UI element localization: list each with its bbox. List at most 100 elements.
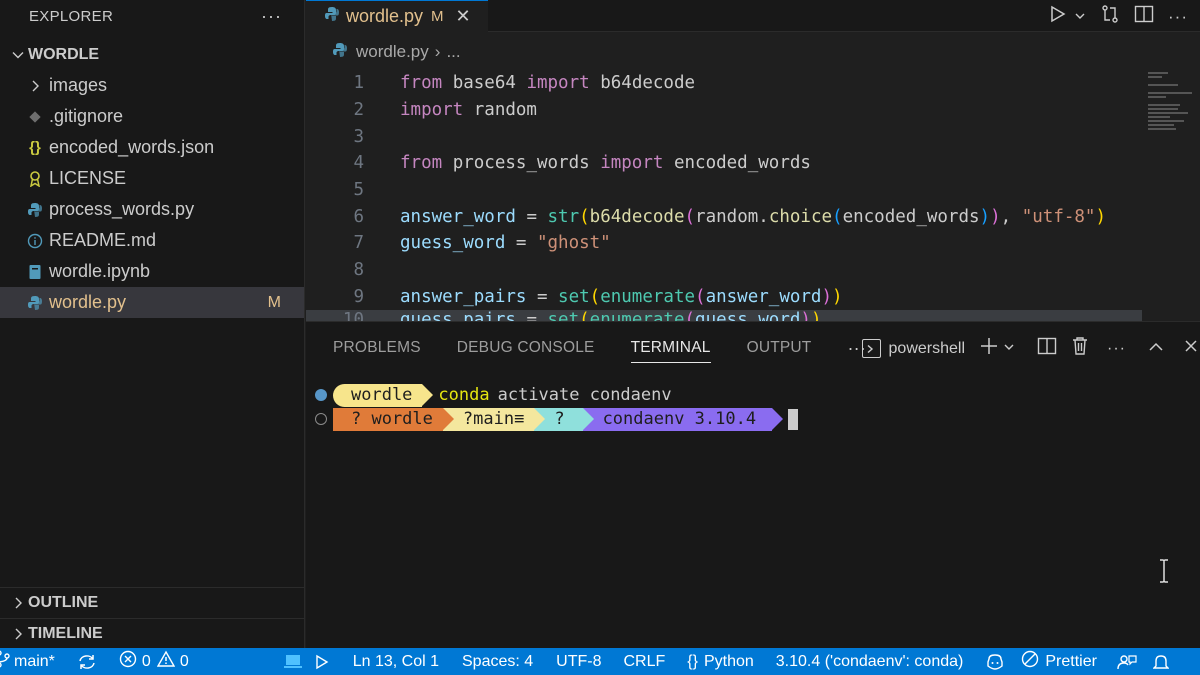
error-count: 0 — [141, 652, 151, 670]
prettier-status[interactable]: Prettier — [1021, 650, 1097, 673]
json-braces-icon: {} — [29, 139, 41, 156]
tree-item-label: process_words.py — [49, 199, 195, 219]
more-actions-icon[interactable]: ··· — [261, 6, 282, 27]
terminal-selector[interactable]: powershell — [861, 339, 966, 358]
python-icon — [22, 295, 48, 311]
chevron-right-icon — [22, 79, 48, 93]
bottom-panel: PROBLEMS DEBUG CONSOLE TERMINAL OUTPUT ·… — [306, 321, 1200, 648]
copilot-icon[interactable] — [985, 653, 1005, 671]
trash-icon[interactable] — [1071, 336, 1089, 361]
chevron-down-icon[interactable] — [1003, 340, 1015, 358]
tab-debug-console[interactable]: DEBUG CONSOLE — [457, 322, 595, 374]
tree-item-label: .gitignore — [49, 106, 124, 126]
explorer-sidebar: EXPLORER ··· WORDLE images .gitignore {}… — [0, 0, 305, 648]
notebook-icon — [22, 264, 48, 280]
folder-wordle[interactable]: WORDLE — [0, 39, 304, 70]
problems-indicator[interactable]: 0 0 — [119, 650, 189, 673]
language-mode[interactable]: {} Python — [687, 653, 754, 671]
split-editor-icon[interactable] — [1134, 5, 1154, 28]
terminal-command-args: activate condaenv — [497, 385, 672, 405]
tab-output[interactable]: OUTPUT — [747, 322, 812, 374]
code-line: 6 answer_word = str(b64decode(random.cho… — [306, 203, 1142, 230]
timeline-section[interactable]: TIMELINE — [0, 618, 305, 649]
branch-name: main* — [14, 652, 55, 670]
tab-terminal[interactable]: TERMINAL — [630, 333, 711, 363]
prompt-segment-git: ?main≡ — [442, 407, 546, 431]
tree-item-gitignore[interactable]: .gitignore — [0, 101, 304, 132]
tree-item-wordle-ipynb[interactable]: wordle.ipynb — [0, 256, 304, 287]
modified-badge: M — [267, 293, 281, 311]
breadcrumb-symbols[interactable]: ... — [446, 42, 460, 62]
more-actions-icon[interactable]: ··· — [1107, 340, 1126, 358]
code-line: 7 guess_word = "ghost" — [306, 230, 1142, 257]
tree-item-wordle-py[interactable]: wordle.py M — [0, 287, 304, 318]
breadcrumb-file[interactable]: wordle.py — [356, 42, 429, 62]
sync-icon[interactable] — [77, 653, 97, 671]
run-dropdown-icon[interactable] — [1074, 7, 1086, 27]
python-icon — [332, 42, 348, 63]
code-editor[interactable]: 1 from base64 import b64decode 2 import … — [306, 70, 1142, 325]
tree-item-encoded-words[interactable]: {} encoded_words.json — [0, 132, 304, 163]
folder-name: WORDLE — [28, 45, 100, 63]
line-number: 3 — [353, 126, 364, 147]
editor-tabbar: wordle.py M ✕ ··· — [306, 0, 1200, 32]
python-interpreter[interactable]: 3.10.4 ('condaenv': conda) — [776, 653, 964, 671]
tab-wordle-py[interactable]: wordle.py M ✕ — [306, 0, 488, 32]
tab-modified-indicator: M — [431, 8, 444, 25]
close-panel-icon[interactable] — [1184, 339, 1198, 358]
editor-area: wordle.py M ✕ ··· wordle.py › ... 1 from… — [306, 0, 1200, 325]
command-success-dot — [315, 389, 327, 401]
outline-section[interactable]: OUTLINE — [0, 587, 305, 618]
git-icon — [22, 110, 48, 123]
prompt-git-label: ?main≡ — [462, 409, 525, 429]
tree-item-label: images — [49, 75, 108, 95]
encoding[interactable]: UTF-8 — [556, 653, 601, 671]
tree-item-label: encoded_words.json — [49, 137, 215, 157]
error-icon — [119, 650, 137, 673]
feedback-icon[interactable] — [1117, 653, 1137, 671]
end-of-line[interactable]: CRLF — [623, 653, 665, 671]
panel-actions: powershell ··· — [848, 336, 1200, 361]
notifications-icon[interactable] — [1152, 653, 1169, 671]
chevron-right-icon — [8, 627, 28, 641]
compare-changes-icon[interactable] — [1100, 4, 1120, 29]
run-icon[interactable] — [1050, 5, 1066, 28]
indentation[interactable]: Spaces: 4 — [462, 653, 533, 671]
minimap[interactable] — [1142, 70, 1200, 160]
cursor-position[interactable]: Ln 13, Col 1 — [353, 653, 439, 671]
tree-item-process-words[interactable]: process_words.py — [0, 194, 304, 225]
maximize-panel-icon[interactable] — [1148, 340, 1164, 358]
code-line: 9 answer_pairs = set(enumerate(answer_wo… — [306, 284, 1142, 311]
prettier-disabled-icon — [1021, 650, 1039, 673]
warning-icon — [156, 650, 176, 673]
prompt-node-label: ? — [554, 409, 565, 429]
braces-icon: {} — [687, 652, 698, 670]
remote-explorer-icon[interactable] — [283, 654, 303, 670]
run-icon[interactable] — [315, 654, 329, 670]
code-line: 2 import random — [306, 97, 1142, 124]
tree-item-label: README.md — [49, 230, 157, 250]
tab-problems[interactable]: PROBLEMS — [333, 322, 421, 374]
close-icon[interactable]: ✕ — [456, 6, 471, 27]
terminal-line: wordle conda activate condaenv — [306, 383, 672, 407]
python-icon — [22, 202, 48, 218]
python-icon — [324, 6, 340, 27]
split-terminal-icon[interactable] — [1037, 337, 1057, 360]
code-line: 1 from base64 import b64decode — [306, 70, 1142, 97]
code-line: 3 — [306, 123, 1142, 150]
timeline-label: TIMELINE — [28, 625, 103, 642]
editor-actions: ··· — [1050, 4, 1188, 29]
more-actions-icon[interactable]: ··· — [1168, 7, 1188, 27]
outline-label: OUTLINE — [28, 594, 99, 611]
code-line: 5 — [306, 177, 1142, 204]
code-line: 4 from process_words import encoded_word… — [306, 150, 1142, 177]
tree-item-license[interactable]: LICENSE — [0, 163, 304, 194]
line-number: 4 — [353, 153, 364, 174]
new-terminal-icon[interactable] — [979, 336, 999, 361]
tree-item-readme[interactable]: README.md — [0, 225, 304, 256]
terminal-icon — [861, 339, 881, 358]
tree-item-images[interactable]: images — [0, 70, 304, 101]
branch-indicator[interactable]: main* — [0, 650, 55, 673]
prompt-segment-conda: condaenv 3.10.4 — [582, 407, 783, 431]
shell-name: powershell — [888, 339, 966, 357]
